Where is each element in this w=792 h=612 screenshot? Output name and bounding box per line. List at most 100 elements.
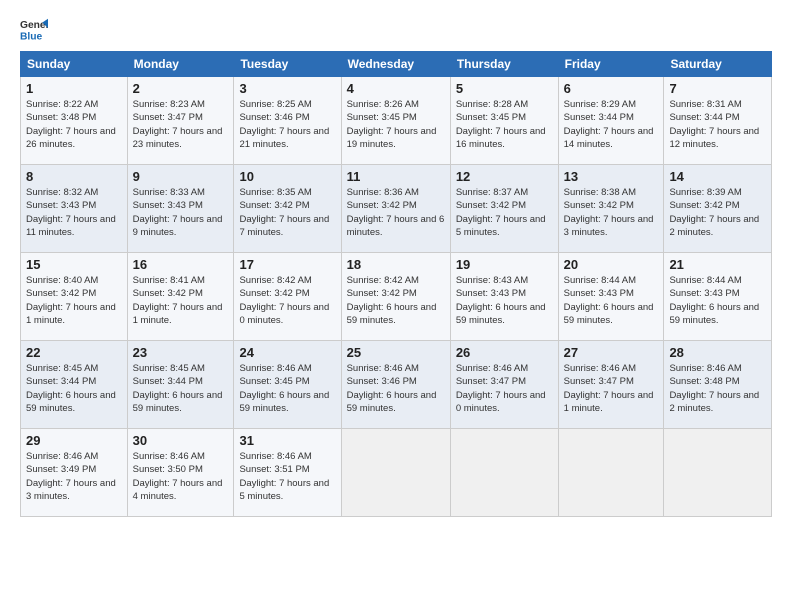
- calendar-cell: 30Sunrise: 8:46 AMSunset: 3:50 PMDayligh…: [127, 429, 234, 517]
- calendar-cell: 28Sunrise: 8:46 AMSunset: 3:48 PMDayligh…: [664, 341, 772, 429]
- day-number: 29: [26, 433, 122, 448]
- day-info: Sunrise: 8:41 AMSunset: 3:42 PMDaylight:…: [133, 275, 223, 326]
- day-info: Sunrise: 8:46 AMSunset: 3:51 PMDaylight:…: [239, 451, 329, 502]
- day-info: Sunrise: 8:46 AMSunset: 3:49 PMDaylight:…: [26, 451, 116, 502]
- day-info: Sunrise: 8:26 AMSunset: 3:45 PMDaylight:…: [347, 99, 437, 150]
- day-number: 27: [564, 345, 659, 360]
- day-number: 11: [347, 169, 445, 184]
- calendar-cell: 11 Sunrise: 8:36 AMSunset: 3:42 PMDayligh…: [341, 165, 450, 253]
- calendar-week-row: 22 Sunrise: 8:45 AMSunset: 3:44 PMDayligh…: [21, 341, 772, 429]
- col-header-friday: Friday: [558, 52, 664, 77]
- calendar-cell: 8 Sunrise: 8:32 AMSunset: 3:43 PMDaylight…: [21, 165, 128, 253]
- day-info: Sunrise: 8:36 AMSunset: 3:42 PMDaylight:…: [347, 187, 445, 238]
- calendar-cell: 25 Sunrise: 8:46 AMSunset: 3:46 PMDayligh…: [341, 341, 450, 429]
- calendar-cell: [558, 429, 664, 517]
- calendar-cell: 20Sunrise: 8:44 AMSunset: 3:43 PMDayligh…: [558, 253, 664, 341]
- day-number: 1: [26, 81, 122, 96]
- calendar-week-row: 15Sunrise: 8:40 AMSunset: 3:42 PMDayligh…: [21, 253, 772, 341]
- calendar: SundayMondayTuesdayWednesdayThursdayFrid…: [20, 51, 772, 517]
- calendar-cell: 10 Sunrise: 8:35 AMSunset: 3:42 PMDayligh…: [234, 165, 341, 253]
- calendar-cell: 12 Sunrise: 8:37 AMSunset: 3:42 PMDayligh…: [450, 165, 558, 253]
- calendar-cell: 7 Sunrise: 8:31 AMSunset: 3:44 PMDaylight…: [664, 77, 772, 165]
- calendar-cell: 5 Sunrise: 8:28 AMSunset: 3:45 PMDaylight…: [450, 77, 558, 165]
- day-info: Sunrise: 8:46 AMSunset: 3:47 PMDaylight:…: [456, 363, 546, 414]
- calendar-cell: 3 Sunrise: 8:25 AMSunset: 3:46 PMDaylight…: [234, 77, 341, 165]
- calendar-cell: 14 Sunrise: 8:39 AMSunset: 3:42 PMDayligh…: [664, 165, 772, 253]
- day-number: 4: [347, 81, 445, 96]
- day-info: Sunrise: 8:46 AMSunset: 3:45 PMDaylight:…: [239, 363, 329, 414]
- calendar-cell: 1 Sunrise: 8:22 AMSunset: 3:48 PMDaylight…: [21, 77, 128, 165]
- calendar-cell: 17Sunrise: 8:42 AMSunset: 3:42 PMDayligh…: [234, 253, 341, 341]
- calendar-cell: 18 Sunrise: 8:42 AMSunset: 3:42 PMDayligh…: [341, 253, 450, 341]
- day-info: Sunrise: 8:45 AMSunset: 3:44 PMDaylight:…: [26, 363, 116, 414]
- col-header-saturday: Saturday: [664, 52, 772, 77]
- day-info: Sunrise: 8:46 AMSunset: 3:48 PMDaylight:…: [669, 363, 759, 414]
- col-header-wednesday: Wednesday: [341, 52, 450, 77]
- calendar-cell: 4 Sunrise: 8:26 AMSunset: 3:45 PMDaylight…: [341, 77, 450, 165]
- calendar-cell: 16 Sunrise: 8:41 AMSunset: 3:42 PMDayligh…: [127, 253, 234, 341]
- calendar-cell: 31 Sunrise: 8:46 AMSunset: 3:51 PMDayligh…: [234, 429, 341, 517]
- day-info: Sunrise: 8:32 AMSunset: 3:43 PMDaylight:…: [26, 187, 116, 238]
- col-header-monday: Monday: [127, 52, 234, 77]
- day-number: 20: [564, 257, 659, 272]
- calendar-cell: 26 Sunrise: 8:46 AMSunset: 3:47 PMDayligh…: [450, 341, 558, 429]
- day-number: 24: [239, 345, 335, 360]
- day-number: 16: [133, 257, 229, 272]
- day-info: Sunrise: 8:38 AMSunset: 3:42 PMDaylight:…: [564, 187, 654, 238]
- day-number: 9: [133, 169, 229, 184]
- day-number: 7: [669, 81, 766, 96]
- day-info: Sunrise: 8:29 AMSunset: 3:44 PMDaylight:…: [564, 99, 654, 150]
- day-info: Sunrise: 8:35 AMSunset: 3:42 PMDaylight:…: [239, 187, 329, 238]
- day-info: Sunrise: 8:37 AMSunset: 3:42 PMDaylight:…: [456, 187, 546, 238]
- day-number: 31: [239, 433, 335, 448]
- day-info: Sunrise: 8:44 AMSunset: 3:43 PMDaylight:…: [669, 275, 759, 326]
- day-number: 8: [26, 169, 122, 184]
- day-number: 25: [347, 345, 445, 360]
- col-header-thursday: Thursday: [450, 52, 558, 77]
- day-info: Sunrise: 8:42 AMSunset: 3:42 PMDaylight:…: [239, 275, 329, 326]
- day-info: Sunrise: 8:42 AMSunset: 3:42 PMDaylight:…: [347, 275, 437, 326]
- day-info: Sunrise: 8:33 AMSunset: 3:43 PMDaylight:…: [133, 187, 223, 238]
- day-number: 15: [26, 257, 122, 272]
- calendar-cell: [664, 429, 772, 517]
- day-number: 19: [456, 257, 553, 272]
- calendar-cell: 13 Sunrise: 8:38 AMSunset: 3:42 PMDayligh…: [558, 165, 664, 253]
- day-number: 5: [456, 81, 553, 96]
- day-number: 18: [347, 257, 445, 272]
- day-number: 22: [26, 345, 122, 360]
- day-number: 12: [456, 169, 553, 184]
- calendar-cell: 24 Sunrise: 8:46 AMSunset: 3:45 PMDayligh…: [234, 341, 341, 429]
- header: General Blue: [20, 15, 772, 43]
- svg-text:Blue: Blue: [20, 31, 43, 42]
- calendar-cell: 23Sunrise: 8:45 AMSunset: 3:44 PMDayligh…: [127, 341, 234, 429]
- day-number: 13: [564, 169, 659, 184]
- calendar-week-row: 8 Sunrise: 8:32 AMSunset: 3:43 PMDaylight…: [21, 165, 772, 253]
- day-info: Sunrise: 8:25 AMSunset: 3:46 PMDaylight:…: [239, 99, 329, 150]
- day-info: Sunrise: 8:46 AMSunset: 3:46 PMDaylight:…: [347, 363, 437, 414]
- calendar-cell: [341, 429, 450, 517]
- col-header-sunday: Sunday: [21, 52, 128, 77]
- day-info: Sunrise: 8:22 AMSunset: 3:48 PMDaylight:…: [26, 99, 116, 150]
- calendar-week-row: 1 Sunrise: 8:22 AMSunset: 3:48 PMDaylight…: [21, 77, 772, 165]
- day-number: 14: [669, 169, 766, 184]
- day-number: 10: [239, 169, 335, 184]
- calendar-cell: 29 Sunrise: 8:46 AMSunset: 3:49 PMDayligh…: [21, 429, 128, 517]
- day-number: 6: [564, 81, 659, 96]
- calendar-week-row: 29 Sunrise: 8:46 AMSunset: 3:49 PMDayligh…: [21, 429, 772, 517]
- day-number: 2: [133, 81, 229, 96]
- logo: General Blue: [20, 15, 48, 43]
- day-number: 21: [669, 257, 766, 272]
- day-info: Sunrise: 8:31 AMSunset: 3:44 PMDaylight:…: [669, 99, 759, 150]
- calendar-cell: [450, 429, 558, 517]
- calendar-cell: 27Sunrise: 8:46 AMSunset: 3:47 PMDayligh…: [558, 341, 664, 429]
- day-number: 3: [239, 81, 335, 96]
- calendar-cell: 21 Sunrise: 8:44 AMSunset: 3:43 PMDayligh…: [664, 253, 772, 341]
- calendar-cell: 15Sunrise: 8:40 AMSunset: 3:42 PMDayligh…: [21, 253, 128, 341]
- day-info: Sunrise: 8:39 AMSunset: 3:42 PMDaylight:…: [669, 187, 759, 238]
- calendar-cell: 22 Sunrise: 8:45 AMSunset: 3:44 PMDayligh…: [21, 341, 128, 429]
- day-number: 26: [456, 345, 553, 360]
- col-header-tuesday: Tuesday: [234, 52, 341, 77]
- day-info: Sunrise: 8:28 AMSunset: 3:45 PMDaylight:…: [456, 99, 546, 150]
- calendar-body: 1 Sunrise: 8:22 AMSunset: 3:48 PMDaylight…: [21, 77, 772, 517]
- logo-icon: General Blue: [20, 15, 48, 43]
